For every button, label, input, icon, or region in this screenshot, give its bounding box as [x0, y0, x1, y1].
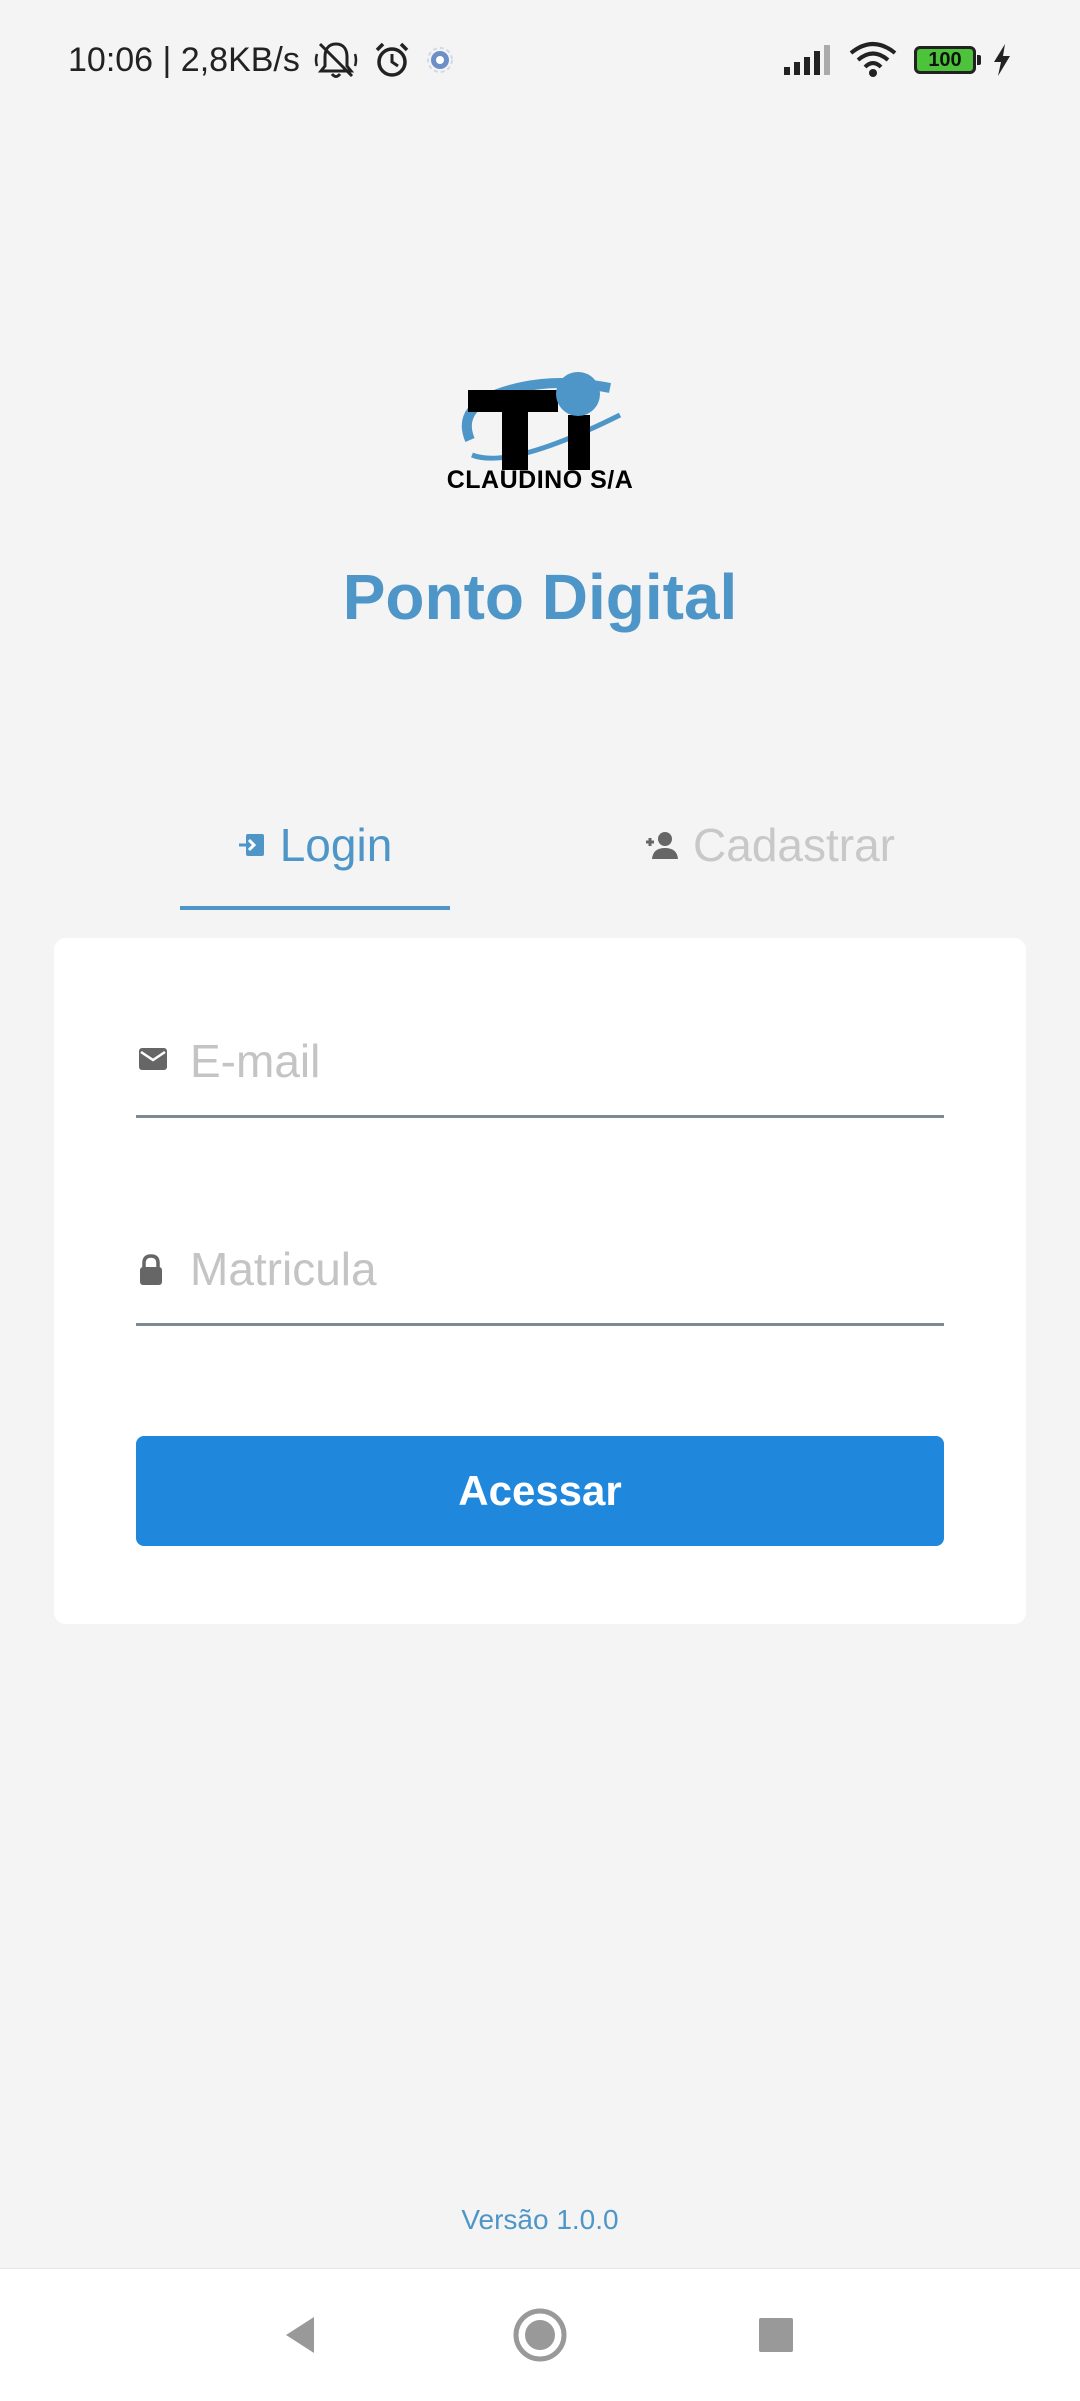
tab-login[interactable]: Login — [180, 780, 450, 910]
auth-tabs: Login Cadastrar — [0, 780, 1080, 910]
battery-icon: 100 — [914, 46, 981, 74]
notifications-muted-icon — [314, 42, 358, 78]
tab-cadastrar[interactable]: Cadastrar — [620, 780, 920, 910]
signal-icon — [784, 45, 830, 75]
charging-icon — [994, 44, 1010, 76]
status-left: 10:06 | 2,8KB/s — [68, 36, 454, 84]
email-field — [136, 1008, 944, 1118]
logo-text: CLAUDINO S/A — [446, 466, 634, 494]
system-nav-bar — [0, 2268, 1080, 2401]
matricula-field — [136, 1216, 944, 1326]
email-input[interactable] — [190, 1028, 930, 1094]
nav-home-button[interactable] — [504, 2299, 576, 2371]
wifi-icon — [849, 42, 897, 77]
app-title: Ponto Digital — [342, 561, 738, 633]
login-icon — [238, 834, 264, 856]
status-right: 100 — [766, 36, 1012, 84]
tab-login-label: Login — [279, 819, 393, 871]
acessar-button[interactable]: Acessar — [136, 1436, 944, 1546]
status-bar: 10:06 | 2,8KB/s 100 — [0, 0, 1080, 120]
nav-recents-button[interactable] — [740, 2299, 812, 2371]
home-icon — [513, 2308, 567, 2362]
status-time-speed: 10:06 | 2,8KB/s — [68, 40, 300, 79]
back-icon — [286, 2317, 314, 2353]
email-icon — [139, 1048, 167, 1070]
nav-back-button[interactable] — [264, 2299, 336, 2371]
version-label: Versão 1.0.0 — [461, 2204, 619, 2235]
battery-level: 100 — [928, 48, 962, 71]
matricula-input[interactable] — [190, 1236, 930, 1302]
lock-icon — [140, 1254, 162, 1285]
alarm-icon — [375, 42, 409, 77]
add-person-icon — [646, 832, 679, 859]
tab-cadastrar-label: Cadastrar — [693, 819, 895, 871]
recents-icon — [759, 2318, 793, 2352]
settings-gear-icon — [426, 47, 453, 73]
login-card: Acessar — [54, 938, 1026, 1624]
